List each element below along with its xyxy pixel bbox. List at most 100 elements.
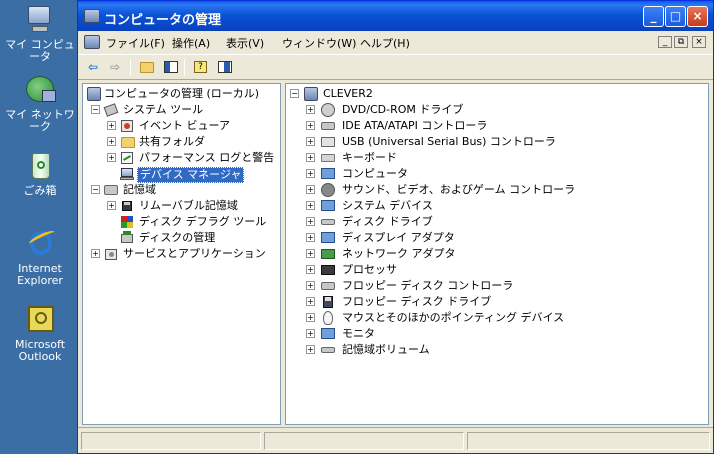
device-category-label: プロセッサ [342,263,397,276]
desktop-icon-network[interactable]: マイ ネットワーク [0,74,80,133]
system-tools-icon [103,103,119,117]
device-category-label: ディスク ドライブ [342,215,433,228]
recycle-bin-icon [24,150,56,182]
tree-node-label: 共有フォルダ [139,135,205,148]
expand-icon[interactable]: + [306,297,315,306]
forward-icon[interactable]: ⇨ [106,59,124,75]
expand-icon[interactable]: + [306,137,315,146]
services-apps-icon [104,247,118,261]
device-category-label: システム デバイス [342,199,433,212]
maximize-button[interactable]: □ [665,6,686,27]
expand-icon[interactable]: + [306,345,315,354]
status-segment [467,432,710,450]
ide-controller-icon [321,122,335,130]
close-button[interactable]: × [687,6,708,27]
title-bar[interactable]: コンピュータの管理 _ □ × [78,1,713,31]
status-segment [81,432,261,450]
document-window-icon[interactable] [84,35,100,49]
mdi-restore-button[interactable]: ⧉ [674,36,688,48]
expand-icon[interactable]: + [107,201,116,210]
performance-logs-icon [120,151,134,165]
expand-icon[interactable]: + [306,233,315,242]
floppy-drive-icon [321,295,335,309]
expand-icon[interactable]: + [306,313,315,322]
desktop-icon-recycle-bin[interactable]: ごみ箱 [0,150,80,197]
network-adapter-icon [321,249,335,259]
console-tree-pane[interactable]: コンピュータの管理 (ローカル) − システム ツール + イベント ビューア … [82,83,281,425]
expand-icon[interactable]: + [306,185,315,194]
up-folder-icon[interactable] [138,59,156,75]
removable-storage-icon [120,199,134,213]
device-category-label: USB (Universal Serial Bus) コントローラ [342,135,556,148]
collapse-icon[interactable]: − [91,185,100,194]
properties-icon[interactable] [216,59,234,75]
expand-icon[interactable]: + [306,281,315,290]
tree-node-label: コンピュータの管理 (ローカル) [104,87,260,100]
storage-volume-icon [321,347,335,353]
window-title: コンピュータの管理 [104,13,222,28]
expand-icon[interactable]: + [306,201,315,210]
menu-action[interactable]: 操作(A) [172,35,210,51]
tree-node-label: イベント ビューア [139,119,231,132]
desktop-icon-outlook[interactable]: Microsoft Outlook [0,304,80,363]
expand-icon[interactable]: + [107,121,116,130]
event-viewer-icon [120,119,134,133]
menu-window[interactable]: ウィンドウ(W) [282,35,356,51]
desktop-icon-internet-explorer[interactable]: Internet Explorer [0,228,80,287]
expand-icon[interactable]: + [306,121,315,130]
toolbar-separator [184,59,185,76]
desktop-icon-my-computer[interactable]: マイ コンピュータ [0,4,80,63]
tree-node-label: ディスク デフラグ ツール [139,215,267,228]
collapse-icon[interactable]: − [290,89,299,98]
computer-icon [304,87,318,101]
menu-file[interactable]: ファイル(F) [106,35,165,51]
help-icon[interactable]: ? [192,59,210,75]
expand-icon[interactable]: + [306,249,315,258]
floppy-controller-icon [321,282,335,290]
desktop-icon-label: マイ ネットワーク [5,108,75,133]
expand-icon[interactable]: + [107,137,116,146]
device-category-label: IDE ATA/ATAPI コントローラ [342,119,488,132]
show-hide-tree-icon[interactable] [162,59,180,75]
computer-management-icon [87,87,101,101]
processor-icon [321,265,335,275]
device-category-label: キーボード [342,151,397,164]
expand-icon[interactable]: + [91,249,100,258]
speaker-icon [321,183,335,197]
expand-icon[interactable]: + [306,217,315,226]
device-category-label: 記憶域ボリューム [342,343,430,356]
computer-name-label: CLEVER2 [323,87,373,100]
desktop-icon-label: Microsoft Outlook [14,338,66,363]
device-category-label: ディスプレイ アダプタ [342,231,455,244]
mdi-close-button[interactable]: × [692,36,706,48]
expand-icon[interactable]: + [306,169,315,178]
network-places-icon [24,74,56,106]
mdi-minimize-button[interactable]: _ [658,36,672,48]
tree-node-label: システム ツール [123,103,204,116]
device-list-pane[interactable]: − CLEVER2 + DVD/CD-ROM ドライブ + IDE ATA/AT… [285,83,709,425]
menu-view[interactable]: 表示(V) [226,35,264,51]
collapse-icon[interactable]: − [91,105,100,114]
desktop-icon-label: マイ コンピュータ [5,38,75,63]
expand-icon[interactable]: + [306,105,315,114]
device-category-label: フロッピー ディスク ドライブ [342,295,492,308]
back-icon[interactable]: ⇦ [84,59,102,75]
expand-icon[interactable]: + [306,265,315,274]
desktop-icon-label: Internet Explorer [17,262,63,287]
device-category-label: コンピュータ [342,167,408,180]
internet-explorer-icon [24,228,57,260]
device-category-label: DVD/CD-ROM ドライブ [342,103,464,116]
menu-help[interactable]: ヘルプ(H) [360,35,410,51]
menu-bar: ファイル(F) 操作(A) 表示(V) ウィンドウ(W) ヘルプ(H) _ ⧉ … [78,31,713,53]
tree-node-label: ディスクの管理 [139,231,216,244]
computer-icon [321,168,335,179]
expand-icon[interactable]: + [107,153,116,162]
my-computer-icon [24,4,56,36]
desktop: マイ コンピュータ マイ ネットワーク ごみ箱 Internet Explore… [0,0,80,454]
expand-icon[interactable]: + [306,329,315,338]
monitor-icon [321,328,335,339]
device-manager-icon [120,167,134,181]
minimize-button[interactable]: _ [643,6,664,27]
keyboard-icon [321,154,335,162]
expand-icon[interactable]: + [306,153,315,162]
